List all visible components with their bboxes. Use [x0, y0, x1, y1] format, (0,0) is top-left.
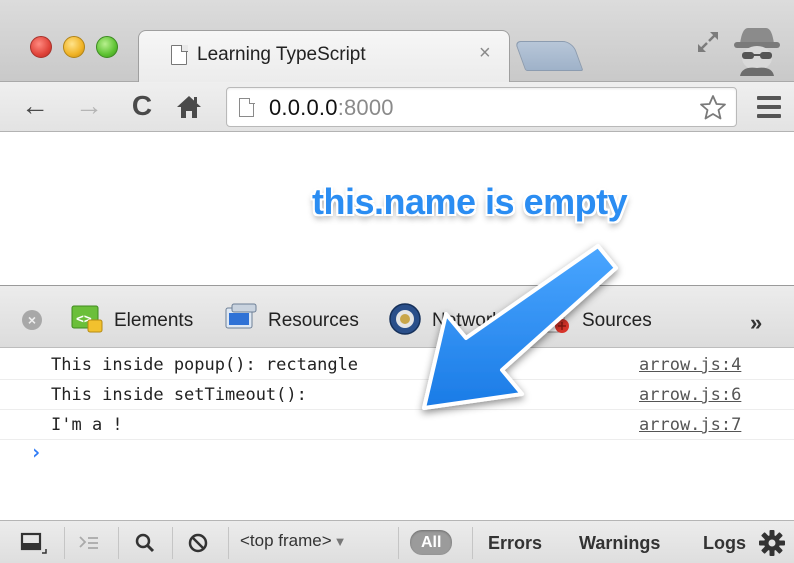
elements-icon: <>: [71, 305, 103, 333]
tab-label: Elements: [114, 310, 194, 331]
show-drawer-icon[interactable]: [74, 529, 104, 557]
annotation-callout: this.name is empty: [312, 181, 628, 222]
filter-errors[interactable]: Errors: [488, 533, 542, 554]
tab-close-button[interactable]: ×: [479, 42, 491, 65]
filter-logs[interactable]: Logs: [703, 533, 751, 554]
tab-title: Learning TypeScript: [197, 44, 366, 65]
more-tabs-button[interactable]: »: [750, 310, 762, 336]
title-bar: Learning TypeScript ×: [0, 0, 794, 83]
fullscreen-icon[interactable]: [694, 28, 722, 56]
filter-all[interactable]: All: [410, 530, 453, 555]
console-panel: This inside popup(): rectangle arrow.js:…: [0, 348, 794, 520]
console-prompt[interactable]: ›: [30, 440, 42, 464]
console-log-row: This inside setTimeout(): arrow.js:6: [0, 380, 794, 410]
chevron-down-icon: ▼: [333, 534, 347, 549]
sources-icon: [541, 305, 569, 333]
tab-label: Resources: [268, 310, 359, 331]
gear-icon[interactable]: [758, 529, 786, 557]
close-window-button[interactable]: [30, 36, 52, 58]
url-text: 0.0.0.0:8000: [269, 95, 394, 120]
console-log-row: This inside popup(): rectangle arrow.js:…: [0, 350, 794, 380]
tab-label: Network: [432, 310, 502, 331]
log-source-link[interactable]: arrow.js:6: [639, 385, 741, 405]
bookmark-star-icon[interactable]: [698, 93, 728, 123]
resources-icon: [225, 303, 257, 329]
tab-label: Sources: [582, 310, 652, 331]
log-source-link[interactable]: arrow.js:4: [639, 355, 741, 375]
frame-selector[interactable]: <top frame> ▼: [240, 531, 347, 551]
new-tab-button[interactable]: [514, 41, 584, 71]
menu-icon[interactable]: [757, 96, 781, 118]
filter-warnings[interactable]: Warnings: [579, 533, 660, 554]
address-bar[interactable]: 0.0.0.0:8000: [226, 87, 737, 127]
log-message: This inside setTimeout():: [51, 385, 307, 405]
zoom-window-button[interactable]: [96, 36, 118, 58]
network-icon: [389, 303, 421, 335]
devtools-close-icon[interactable]: ×: [22, 310, 42, 330]
log-source-link[interactable]: arrow.js:7: [639, 415, 741, 435]
page-icon: [239, 97, 255, 117]
log-message: I'm a !: [51, 415, 123, 435]
dock-toggle-icon[interactable]: [18, 529, 48, 557]
console-log-row: I'm a ! arrow.js:7: [0, 410, 794, 440]
devtools-status-bar: <top frame> ▼ All Errors Warnings Logs: [0, 520, 794, 563]
devtools-tab-bar: × <> Elements Resources Network Sources …: [0, 285, 794, 348]
search-icon[interactable]: [131, 529, 161, 557]
home-icon[interactable]: [176, 94, 202, 120]
clear-console-icon[interactable]: [184, 529, 214, 557]
page-icon: [171, 45, 187, 65]
log-message: This inside popup(): rectangle: [51, 355, 359, 375]
browser-toolbar: ← → C 0.0.0.0:8000: [0, 82, 794, 132]
incognito-icon: [734, 28, 780, 76]
tab-learning-typescript[interactable]: Learning TypeScript ×: [138, 30, 510, 83]
back-button[interactable]: ←: [18, 90, 52, 122]
reload-button[interactable]: C: [125, 90, 159, 122]
minimize-window-button[interactable]: [63, 36, 85, 58]
forward-button[interactable]: →: [72, 90, 106, 122]
